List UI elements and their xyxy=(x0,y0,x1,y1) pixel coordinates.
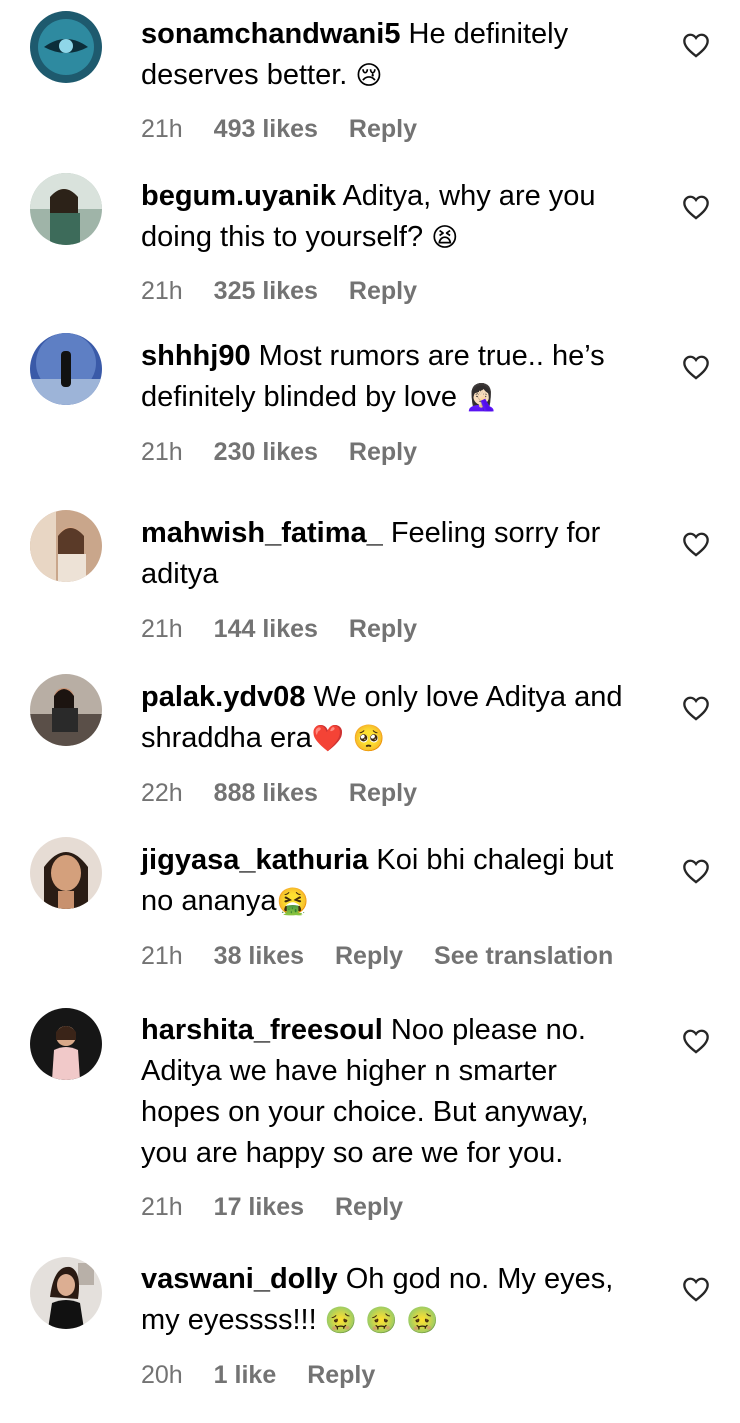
comment-likes[interactable]: 17 likes xyxy=(214,1193,304,1221)
comment-likes[interactable]: 325 likes xyxy=(214,277,318,305)
comment-emoji: 🤮 xyxy=(276,887,309,917)
comment-username[interactable]: jigyasa_kathuria xyxy=(141,844,368,876)
comment-username[interactable]: vaswani_dolly xyxy=(141,1263,338,1295)
comment-time: 21h xyxy=(141,942,183,970)
comment-meta: 20h 1 like Reply xyxy=(141,1361,399,1390)
reply-button[interactable]: Reply xyxy=(349,438,417,466)
heart-icon[interactable] xyxy=(682,1028,710,1054)
comment-emoji: 😫 xyxy=(431,223,459,253)
comment-text: jigyasa_kathuria Koi bhi chalegi but no … xyxy=(141,840,641,923)
heart-icon[interactable] xyxy=(682,695,710,721)
avatar[interactable] xyxy=(30,333,102,405)
comment-emoji: 😢 xyxy=(355,61,383,91)
heart-icon[interactable] xyxy=(682,1276,710,1302)
reply-button[interactable]: Reply xyxy=(349,779,417,807)
comment-time: 21h xyxy=(141,115,183,143)
comment-meta: 21h 325 likes Reply xyxy=(141,277,441,306)
comment-emoji: ❤️ 🥺 xyxy=(311,724,385,754)
comment-likes[interactable]: 230 likes xyxy=(214,438,318,466)
heart-icon[interactable] xyxy=(682,354,710,380)
comment-time: 22h xyxy=(141,779,183,807)
reply-button[interactable]: Reply xyxy=(349,115,417,143)
comment-emoji: 🤢 🤢 🤢 xyxy=(324,1306,439,1336)
comment-username[interactable]: harshita_freesoul xyxy=(141,1014,383,1046)
comment-likes[interactable]: 493 likes xyxy=(214,115,318,143)
comment-text: harshita_freesoul Noo please no. Aditya … xyxy=(141,1010,641,1174)
see-translation-button[interactable]: See translation xyxy=(434,942,613,970)
comment-likes[interactable]: 144 likes xyxy=(214,615,318,643)
comment-time: 21h xyxy=(141,277,183,305)
comment-meta: 21h 230 likes Reply xyxy=(141,438,441,467)
reply-button[interactable]: Reply xyxy=(335,942,403,970)
comment-username[interactable]: palak.ydv08 xyxy=(141,681,305,713)
comment-time: 21h xyxy=(141,438,183,466)
comment-time: 21h xyxy=(141,615,183,643)
comment-time: 20h xyxy=(141,1361,183,1389)
comment-likes[interactable]: 888 likes xyxy=(214,779,318,807)
comment-meta: 21h 144 likes Reply xyxy=(141,615,441,644)
heart-icon[interactable] xyxy=(682,531,710,557)
avatar[interactable] xyxy=(30,837,102,909)
heart-icon[interactable] xyxy=(682,32,710,58)
comment-likes[interactable]: 1 like xyxy=(214,1361,277,1389)
comment-meta: 21h 493 likes Reply xyxy=(141,115,441,144)
comment-username[interactable]: sonamchandwani5 xyxy=(141,18,400,50)
heart-icon[interactable] xyxy=(682,858,710,884)
avatar[interactable] xyxy=(30,1008,102,1080)
heart-icon[interactable] xyxy=(682,194,710,220)
comment-meta: 21h 17 likes Reply xyxy=(141,1193,427,1222)
comment-username[interactable]: shhhj90 xyxy=(141,340,251,372)
reply-button[interactable]: Reply xyxy=(349,277,417,305)
comment-text: palak.ydv08 We only love Aditya and shra… xyxy=(141,677,641,760)
comment-text: sonamchandwani5 He definitely deserves b… xyxy=(141,14,641,97)
comment-meta: 22h 888 likes Reply xyxy=(141,779,441,808)
comment-text: vaswani_dolly Oh god no. My eyes, my eye… xyxy=(141,1259,641,1342)
comment-time: 21h xyxy=(141,1193,183,1221)
avatar[interactable] xyxy=(30,674,102,746)
comment-text: begum.uyanik Aditya, why are you doing t… xyxy=(141,176,641,259)
comment-username[interactable]: begum.uyanik xyxy=(141,180,336,212)
reply-button[interactable]: Reply xyxy=(335,1193,403,1221)
comment-meta: 21h 38 likes Reply See translation xyxy=(141,942,637,971)
comment-username[interactable]: mahwish_fatima_ xyxy=(141,517,383,549)
avatar[interactable] xyxy=(30,510,102,582)
avatar[interactable] xyxy=(30,173,102,245)
avatar[interactable] xyxy=(30,11,102,83)
reply-button[interactable]: Reply xyxy=(307,1361,375,1389)
comment-text: mahwish_fatima_ Feeling sorry for aditya xyxy=(141,513,641,595)
comment-emoji: 🤦🏻‍♀️ xyxy=(465,383,498,413)
reply-button[interactable]: Reply xyxy=(349,615,417,643)
avatar[interactable] xyxy=(30,1257,102,1329)
comment-likes[interactable]: 38 likes xyxy=(214,942,304,970)
comment-text: shhhj90 Most rumors are true.. he’s defi… xyxy=(141,336,641,419)
